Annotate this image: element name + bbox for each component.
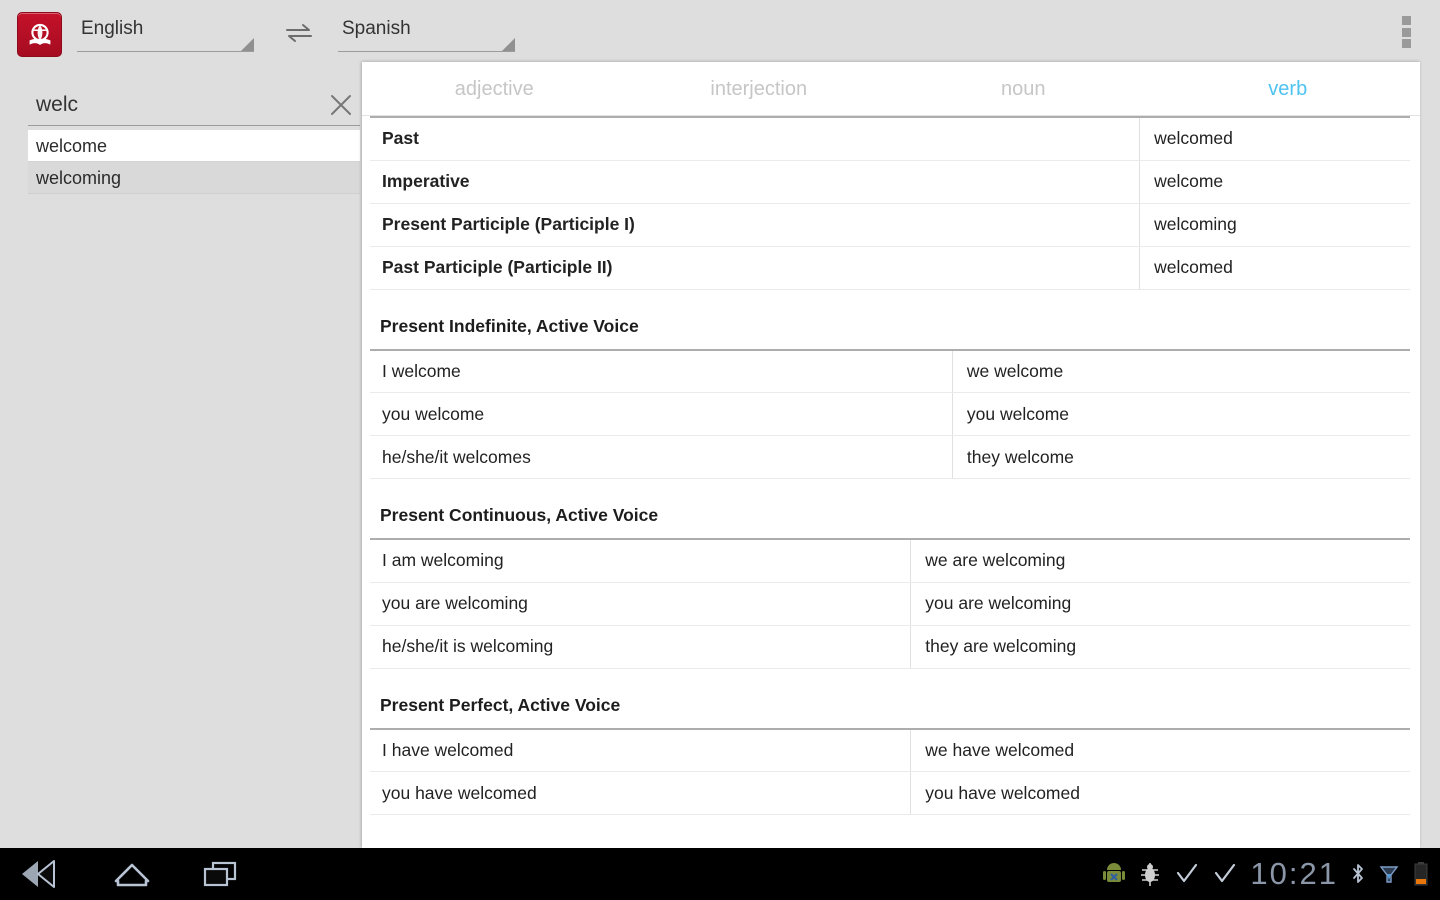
section-title-present-indefinite: Present Indefinite, Active Voice <box>380 315 639 336</box>
table-row: I am welcoming we are welcoming <box>370 539 1410 583</box>
tab-interjection[interactable]: interjection <box>627 62 892 116</box>
form-value: welcoming <box>1139 203 1410 247</box>
plural-form: we are welcoming <box>910 539 1410 583</box>
search-input[interactable] <box>28 86 318 124</box>
recent-apps-button[interactable] <box>184 854 256 894</box>
plural-form: you welcome <box>951 392 1410 436</box>
form-value: welcomed <box>1139 246 1410 290</box>
part-of-speech-tabs: adjective interjection noun verb <box>362 62 1420 116</box>
app-logo-icon[interactable] <box>17 12 62 57</box>
singular-form: he/she/it welcomes <box>370 435 953 479</box>
close-x-icon <box>331 95 351 115</box>
search-suggestion-list: welcome welcoming <box>28 130 360 194</box>
plural-form: you are welcoming <box>910 582 1410 626</box>
list-item[interactable]: welcoming <box>28 162 360 194</box>
section-title-present-perfect: Present Perfect, Active Voice <box>380 694 621 715</box>
target-language-selector[interactable]: Spanish <box>338 14 515 52</box>
target-language-label: Spanish <box>342 18 411 39</box>
source-language-underline <box>77 51 254 52</box>
back-arrow-icon <box>22 860 55 888</box>
overflow-dot <box>1401 16 1411 25</box>
search-underline <box>28 125 360 126</box>
singular-form: I welcome <box>370 349 953 393</box>
chevron-down-icon <box>241 38 254 51</box>
swap-languages-button[interactable] <box>283 20 315 46</box>
overflow-dot <box>1401 27 1411 37</box>
table-row: Past welcomed <box>370 117 1410 161</box>
form-value: welcomed <box>1139 117 1410 161</box>
tab-noun[interactable]: noun <box>891 62 1156 116</box>
android-system-bar: 10:21 <box>0 848 1440 900</box>
signal-icon <box>1378 861 1400 887</box>
table-row: you are welcoming you are welcoming <box>370 582 1410 626</box>
form-label: Present Participle (Participle I) <box>370 203 1140 247</box>
verb-forms-table: Past welcomed Imperative welcome Present… <box>370 116 1410 290</box>
table-row: he/she/it is welcoming they are welcomin… <box>370 625 1410 669</box>
table-row: Present Participle (Participle I) welcom… <box>370 203 1410 247</box>
suggestion-label: welcome <box>36 136 108 156</box>
source-language-label: English <box>81 18 144 39</box>
form-label: Past Participle (Participle II) <box>370 246 1140 290</box>
table-row: I welcome we welcome <box>370 349 1410 393</box>
status-clock: 10:21 <box>1250 856 1338 891</box>
search-row <box>28 86 360 126</box>
overflow-menu-button[interactable] <box>1394 14 1418 50</box>
form-label: Past <box>370 117 1140 161</box>
form-value: welcome <box>1139 160 1410 204</box>
battery-icon <box>1412 860 1430 888</box>
tab-adjective[interactable]: adjective <box>362 62 627 116</box>
source-language-selector[interactable]: English <box>77 14 254 52</box>
section-title-present-continuous: Present Continuous, Active Voice <box>380 505 659 525</box>
plural-form: they are welcoming <box>910 625 1410 669</box>
bluetooth-icon <box>1350 861 1366 887</box>
app-screen: English Spanish welc welcome welcoming a… <box>0 0 1440 900</box>
chevron-down-icon <box>502 38 515 51</box>
conjugation-table-present-perfect: I have welcomed we have welcomed you hav… <box>370 727 1410 815</box>
status-tray[interactable]: 10:21 <box>1102 848 1430 900</box>
bug-icon <box>1138 861 1162 887</box>
table-row: he/she/it welcomes they welcome <box>370 435 1410 479</box>
back-button[interactable] <box>8 854 80 894</box>
search-sidebar: welcome welcoming <box>0 62 362 848</box>
top-app-bar: English Spanish <box>0 0 1440 62</box>
target-language-underline <box>338 51 515 52</box>
plural-form: we have welcomed <box>910 728 1410 772</box>
singular-form: you have welcomed <box>370 771 911 815</box>
table-row: you have welcomed you have welcomed <box>370 771 1410 815</box>
conjugation-scroll-area[interactable]: Past welcomed Imperative welcome Present… <box>362 116 1420 815</box>
singular-form: he/she/it is welcoming <box>370 625 911 669</box>
home-button[interactable] <box>96 854 168 894</box>
singular-form: you are welcoming <box>370 582 911 626</box>
conjugation-table-present-continuous: I am welcoming we are welcoming you are … <box>370 538 1410 669</box>
singular-form: you welcome <box>370 392 953 436</box>
singular-form: I am welcoming <box>370 539 911 583</box>
plural-form: they welcome <box>951 435 1410 479</box>
conjugation-table-present-indefinite: I welcome we welcome you welcome you wel… <box>370 348 1410 479</box>
swap-arrows-icon <box>286 24 312 42</box>
android-robot-icon <box>1102 861 1126 887</box>
clear-search-button[interactable] <box>324 88 358 122</box>
table-row: Past Participle (Participle II) welcomed <box>370 246 1410 290</box>
conjugation-panel: adjective interjection noun verb Past we… <box>362 62 1420 848</box>
form-label: Imperative <box>370 160 1140 204</box>
checkmark-icon <box>1174 861 1200 887</box>
table-row: I have welcomed we have welcomed <box>370 728 1410 772</box>
list-item[interactable]: welcome <box>28 130 360 162</box>
table-row: you welcome you welcome <box>370 392 1410 436</box>
recent-apps-icon <box>203 861 237 887</box>
suggestion-label: welcoming <box>36 168 122 188</box>
tab-verb[interactable]: verb <box>1156 62 1421 116</box>
overflow-dot <box>1401 39 1411 48</box>
checkmark-icon <box>1212 861 1238 887</box>
home-icon <box>114 863 150 887</box>
plural-form: we welcome <box>951 349 1410 393</box>
singular-form: I have welcomed <box>370 728 911 772</box>
table-row: Imperative welcome <box>370 160 1410 204</box>
plural-form: you have welcomed <box>910 771 1410 815</box>
